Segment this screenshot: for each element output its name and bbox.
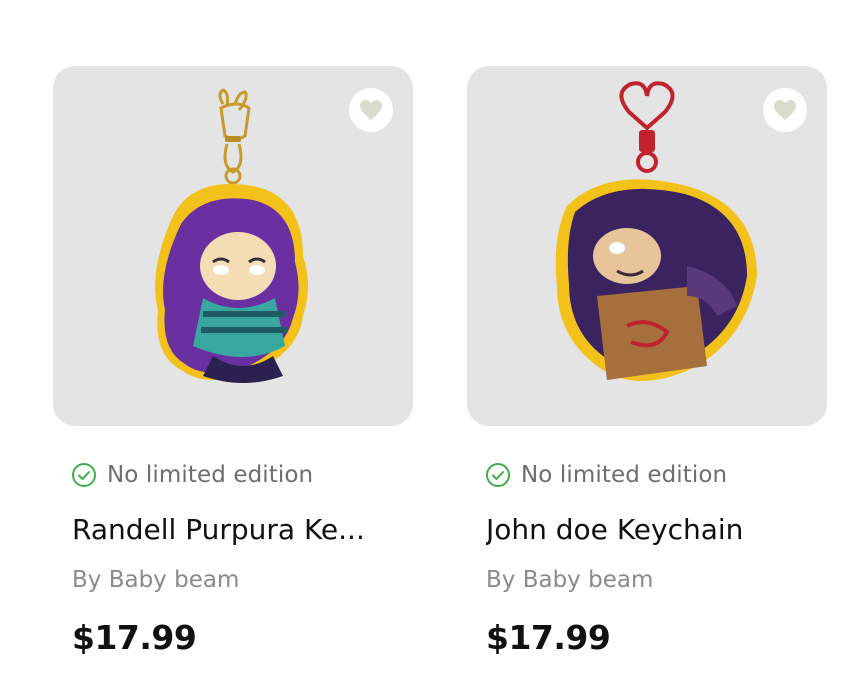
product-meta: No limited edition Randell Purpura Ke...…: [53, 460, 413, 660]
product-price: $17.99: [486, 618, 611, 657]
product-image[interactable]: [467, 66, 827, 426]
favorite-button[interactable]: [349, 82, 399, 132]
heart-icon: [774, 100, 796, 120]
edition-status: No limited edition: [467, 460, 827, 490]
favorite-button[interactable]: [763, 82, 813, 132]
check-circle-icon: [486, 463, 510, 487]
product-card[interactable]: No limited edition Randell Purpura Ke...…: [53, 66, 413, 660]
product-creator: By Baby beam: [486, 567, 654, 593]
product-price: $17.99: [72, 618, 197, 657]
edition-label: No limited edition: [107, 462, 314, 488]
product-grid: No limited edition Randell Purpura Ke...…: [0, 0, 864, 685]
product-name[interactable]: John doe Keychain: [486, 510, 806, 550]
product-creator: By Baby beam: [72, 567, 240, 593]
product-card[interactable]: No limited edition John doe Keychain By …: [467, 66, 827, 660]
product-meta: No limited edition John doe Keychain By …: [467, 460, 827, 660]
product-name[interactable]: Randell Purpura Ke...: [72, 510, 392, 550]
check-circle-icon: [72, 463, 96, 487]
product-image[interactable]: [53, 66, 413, 426]
edition-label: No limited edition: [521, 462, 728, 488]
edition-status: No limited edition: [53, 460, 413, 490]
heart-icon: [360, 100, 382, 120]
